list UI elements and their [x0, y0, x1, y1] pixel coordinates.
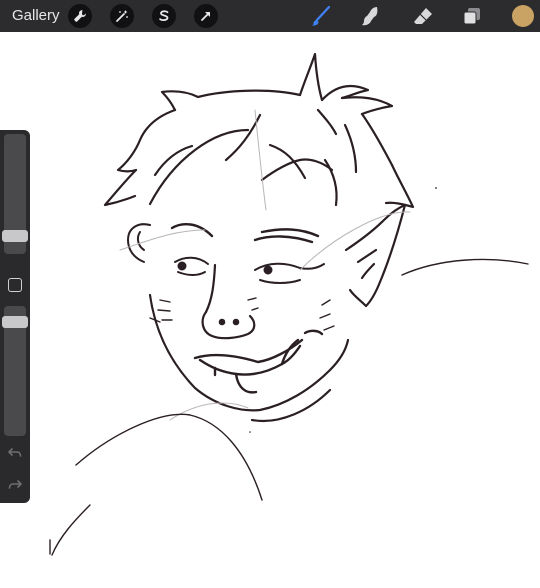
transform-button[interactable]	[194, 4, 218, 28]
selection-button[interactable]	[152, 4, 176, 28]
sketch-artwork	[49, 52, 529, 556]
layers-icon	[463, 8, 480, 25]
smudge-icon	[362, 7, 378, 26]
redo-icon	[8, 480, 22, 489]
actions-button[interactable]	[68, 4, 92, 28]
color-swatch[interactable]	[512, 5, 534, 27]
brush-icon	[312, 5, 331, 26]
drawing-canvas[interactable]	[0, 32, 540, 583]
brush-size-slider[interactable]	[2, 134, 28, 254]
undo-icon	[8, 448, 22, 457]
top-toolbar: Gallery	[0, 0, 540, 32]
layers-button[interactable]	[460, 4, 484, 28]
eraser-icon	[414, 8, 432, 24]
undo-button[interactable]	[6, 446, 24, 460]
selection-icon	[159, 10, 169, 22]
smudge-tool-button[interactable]	[359, 4, 383, 28]
gallery-button[interactable]: Gallery	[12, 0, 60, 32]
magic-wand-icon	[116, 10, 128, 22]
redo-button[interactable]	[6, 478, 24, 492]
adjustments-button[interactable]	[110, 4, 134, 28]
brush-size-thumb[interactable]	[2, 230, 28, 242]
brush-sidebar	[0, 130, 30, 503]
opacity-thumb[interactable]	[2, 316, 28, 328]
brush-tool-button[interactable]	[309, 4, 333, 28]
wrench-icon	[74, 10, 86, 22]
eraser-tool-button[interactable]	[411, 4, 435, 28]
transform-arrow-icon	[201, 12, 210, 21]
opacity-slider[interactable]	[2, 306, 28, 436]
modify-square-button[interactable]	[8, 278, 22, 292]
